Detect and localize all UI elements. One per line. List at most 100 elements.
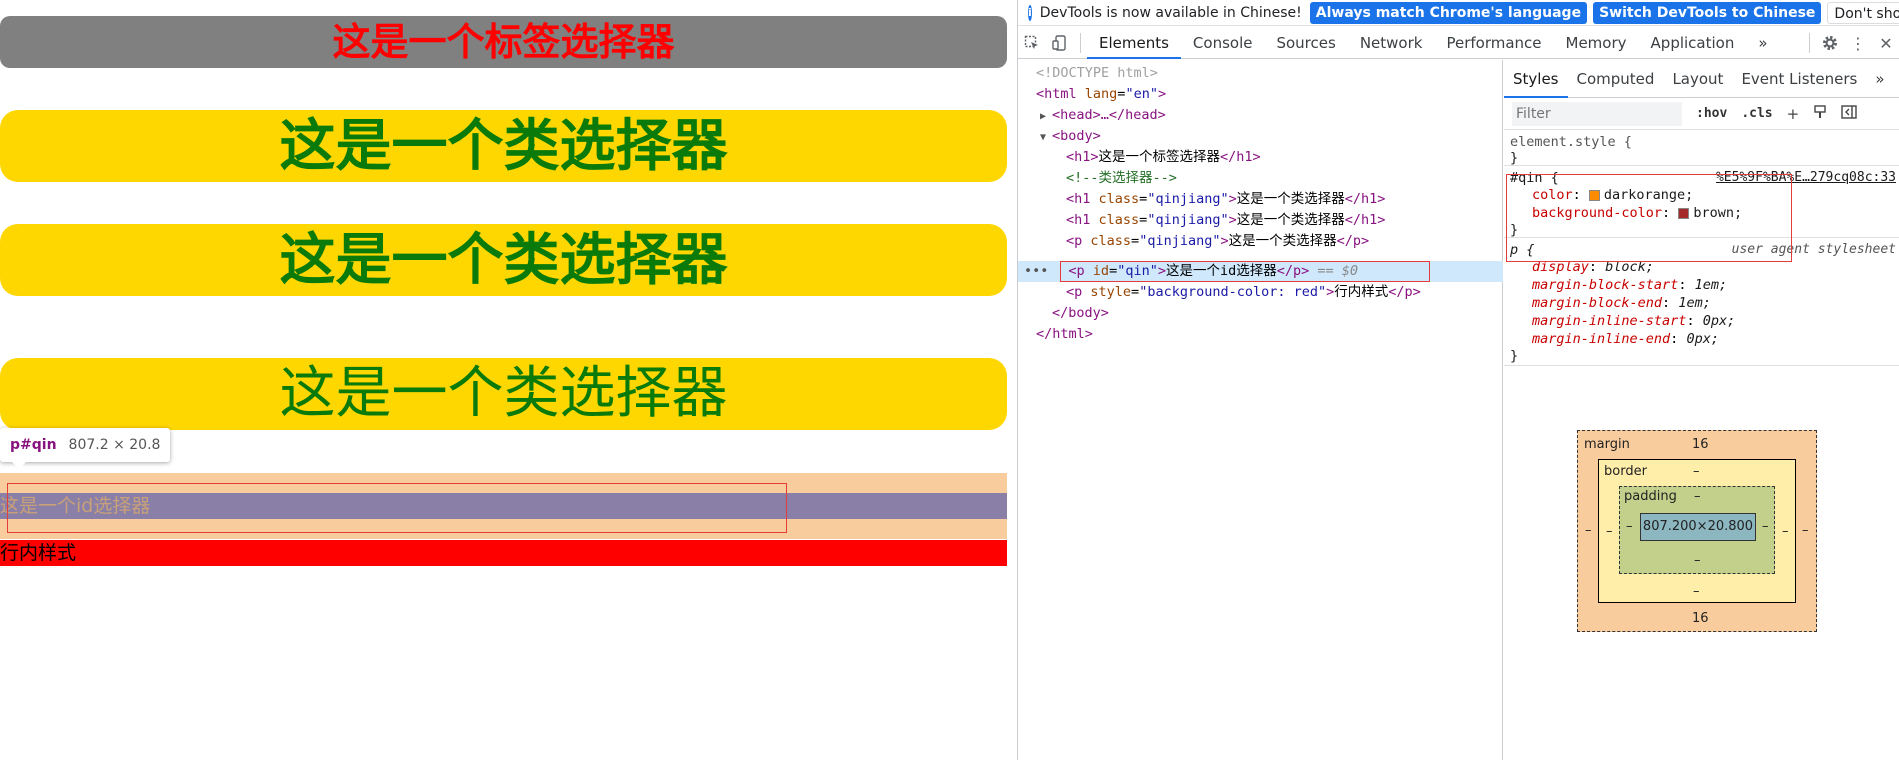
ps-close: </p> <box>1388 284 1421 300</box>
cls-toggle[interactable]: .cls <box>1741 106 1772 121</box>
margin-left-value[interactable]: – <box>1585 523 1592 538</box>
infobar-message: DevTools is now available in Chinese! <box>1039 4 1302 21</box>
node-actions-icon[interactable]: ••• <box>1024 263 1048 279</box>
box-model-content[interactable]: 807.200×20.800 <box>1640 513 1756 541</box>
styles-sidebar: Styles Computed Layout Event Listeners »… <box>1504 60 1899 760</box>
subtab-layout[interactable]: Layout <box>1663 60 1732 98</box>
ua-decl: margin-inline-start: 0px; <box>1532 313 1736 329</box>
dom-h1-tag[interactable]: <h1>这是一个标签选择器</h1> <box>1018 147 1503 168</box>
tab-sources[interactable]: Sources <box>1264 27 1347 59</box>
tab-application[interactable]: Application <box>1639 27 1747 59</box>
border-right-value[interactable]: – <box>1782 524 1789 539</box>
html-tag-end: > <box>1157 86 1167 102</box>
styles-subtabs: Styles Computed Layout Event Listeners » <box>1504 60 1899 98</box>
qin-rule-outline <box>1506 174 1792 262</box>
close-devtools-icon[interactable]: ✕ <box>1872 27 1899 59</box>
info-icon: i <box>1028 4 1032 21</box>
tab-elements[interactable]: Elements <box>1087 27 1181 59</box>
padding-bottom-value[interactable]: – <box>1694 553 1701 568</box>
settings-gear-icon[interactable] <box>1816 27 1844 59</box>
subtabs-more-icon[interactable]: » <box>1866 60 1893 98</box>
h1c1-attr: class <box>1098 191 1140 207</box>
tab-memory[interactable]: Memory <box>1554 27 1639 59</box>
html-lang-attr: lang <box>1084 86 1118 102</box>
tab-performance[interactable]: Performance <box>1434 27 1553 59</box>
h1c1-open: <h1 <box>1066 191 1091 207</box>
new-rule-plus-icon[interactable]: + <box>1787 105 1800 123</box>
highlight-outline <box>7 483 787 533</box>
subtab-styles[interactable]: Styles <box>1504 60 1568 98</box>
dom-doctype[interactable]: <!DOCTYPE html> <box>1018 63 1503 84</box>
body-close: </body> <box>1052 305 1109 321</box>
element-style-rule[interactable]: element.style { } <box>1504 130 1899 166</box>
tab-console[interactable]: Console <box>1181 27 1265 59</box>
dom-p-style[interactable]: <p style="background-color: red">行内样式</p… <box>1018 282 1503 303</box>
collapse-triangle-icon[interactable]: ▼ <box>1040 127 1052 148</box>
box-model-border: border – – – – padding – – – – 807.200×2… <box>1598 459 1796 603</box>
padding-right-value[interactable]: – <box>1762 519 1769 534</box>
subtab-computed[interactable]: Computed <box>1568 60 1664 98</box>
dom-head[interactable]: ▶ <head>…</head> <box>1018 105 1503 126</box>
dom-body-close[interactable]: </body> <box>1018 303 1503 324</box>
dom-h1-class-2[interactable]: <h1 class="qinjiang">这是一个类选择器</h1> <box>1018 210 1503 231</box>
paint-brush-icon[interactable] <box>1813 104 1827 123</box>
margin-bottom-value[interactable]: 16 <box>1692 611 1709 626</box>
device-toolbar-icon[interactable] <box>1046 27 1074 59</box>
selected-node-outline <box>1060 261 1430 282</box>
more-tabs-icon[interactable]: » <box>1746 27 1779 59</box>
h1c1-text: 这是一个类选择器 <box>1236 191 1345 207</box>
toggle-sidebar-icon[interactable] <box>1841 104 1857 123</box>
page-viewport: 这是一个标签选择器 这是一个类选择器 这是一个类选择器 这是一个类选择器 p#q… <box>0 0 1017 760</box>
dont-show-again-button[interactable]: Don't show again <box>1827 1 1899 24</box>
h1c2-text: 这是一个类选择器 <box>1236 212 1345 228</box>
margin-label: margin <box>1584 437 1630 452</box>
inspect-element-icon[interactable] <box>1018 27 1046 59</box>
html-lang-value: "en" <box>1125 86 1158 102</box>
h1c2-val: "qinjiang" <box>1147 212 1229 228</box>
ua-decl: margin-inline-end: 0px; <box>1532 331 1719 347</box>
devtools-toolbar: Elements Console Sources Network Perform… <box>1018 27 1899 59</box>
h1-close: </h1> <box>1220 149 1261 165</box>
styles-filter-input[interactable] <box>1512 101 1682 126</box>
h1-tag-selector: 这是一个标签选择器 <box>0 16 1007 68</box>
comment-text: <!--类选择器--> <box>1066 170 1177 186</box>
pc-open: <p <box>1066 233 1083 249</box>
tab-network[interactable]: Network <box>1348 27 1435 59</box>
language-infobar: i DevTools is now available in Chinese! … <box>1018 0 1899 26</box>
toolbar-separator-right <box>1809 33 1810 53</box>
dom-comment[interactable]: <!--类选择器--> <box>1018 168 1503 189</box>
dom-p-class[interactable]: <p class="qinjiang">这是一个类选择器</p> <box>1018 231 1503 252</box>
border-bottom-value[interactable]: – <box>1693 584 1700 599</box>
devtools-panel: i DevTools is now available in Chinese! … <box>1017 0 1899 760</box>
customize-menu-icon[interactable]: ⋮ <box>1844 27 1872 59</box>
border-left-value[interactable]: – <box>1606 524 1613 539</box>
pc-val: "qinjiang" <box>1139 233 1221 249</box>
border-top-value[interactable]: – <box>1693 464 1700 479</box>
pc-text: 这是一个类选择器 <box>1228 233 1337 249</box>
hov-toggle[interactable]: :hov <box>1696 106 1727 121</box>
toolbar-separator <box>1080 32 1081 53</box>
h1-text: 这是一个标签选择器 <box>1098 149 1221 165</box>
h1c2-close: </h1> <box>1344 212 1386 228</box>
elements-dom-tree: <!DOCTYPE html> <html lang="en"> ▶ <head>… <box>1018 60 1503 760</box>
h1c1-val: "qinjiang" <box>1147 191 1229 207</box>
dom-body-open[interactable]: ▼ <body> <box>1018 126 1503 147</box>
dom-html-close[interactable]: </html> <box>1018 324 1503 345</box>
ps-attr: style <box>1090 284 1132 300</box>
element-style-close: } <box>1510 150 1519 166</box>
dom-html-open[interactable]: <html lang="en"> <box>1018 84 1503 105</box>
box-model-diagram: margin 16 16 – – border – – – – padding … <box>1577 430 1817 632</box>
always-match-language-button[interactable]: Always match Chrome's language <box>1309 1 1588 24</box>
toolbar-right-actions: ⋮ ✕ <box>1803 27 1899 59</box>
subtab-event-listeners[interactable]: Event Listeners <box>1732 60 1866 98</box>
padding-left-value[interactable]: – <box>1626 519 1633 534</box>
expand-triangle-icon[interactable]: ▶ <box>1040 106 1052 127</box>
switch-to-chinese-button[interactable]: Switch DevTools to Chinese <box>1593 1 1822 24</box>
margin-top-value[interactable]: 16 <box>1692 437 1709 452</box>
tooltip-size: 807.2 × 20.8 <box>68 437 161 453</box>
padding-top-value[interactable]: – <box>1694 489 1701 504</box>
dom-h1-class-1[interactable]: <h1 class="qinjiang">这是一个类选择器</h1> <box>1018 189 1503 210</box>
margin-right-value[interactable]: – <box>1802 523 1809 538</box>
ua-decl: margin-block-end: 1em; <box>1532 295 1711 311</box>
tooltip-arrow <box>12 462 26 469</box>
